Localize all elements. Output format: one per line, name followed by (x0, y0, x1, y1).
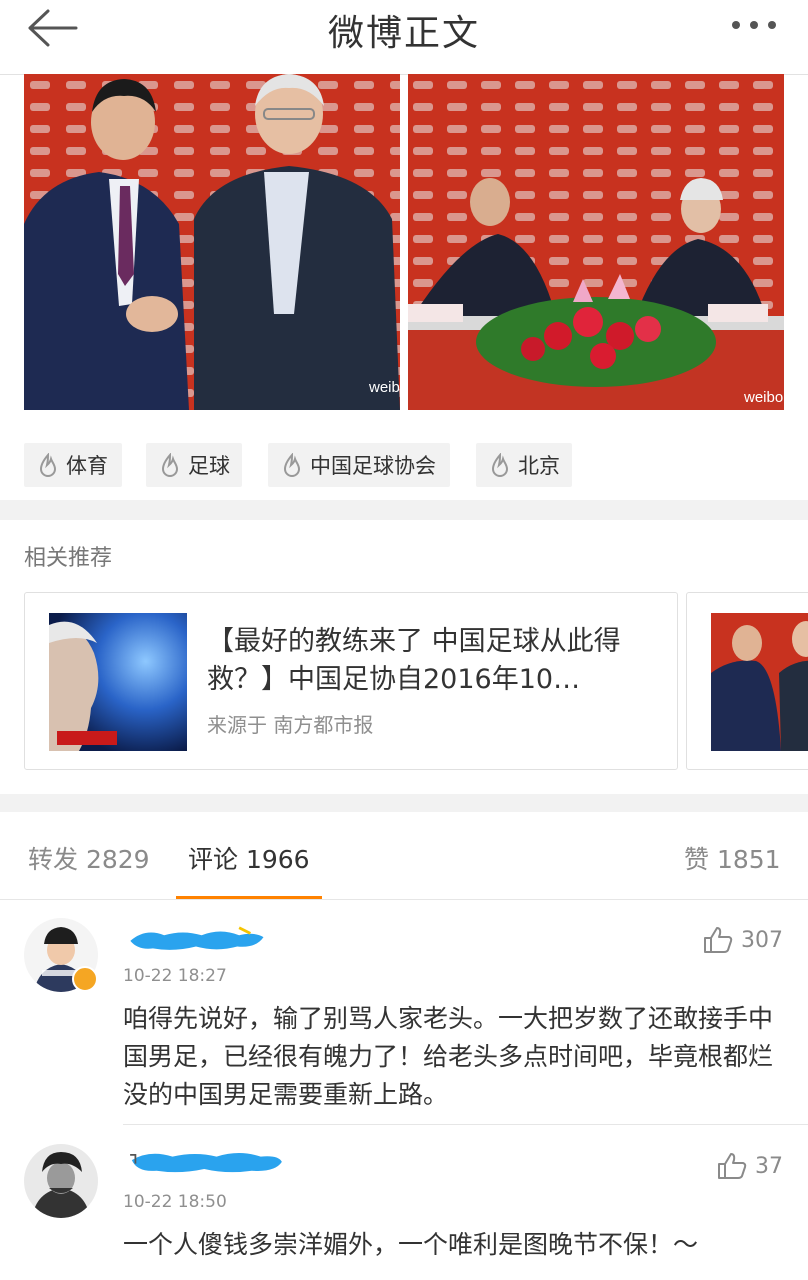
username-redacted[interactable] (118, 1146, 294, 1176)
related-title: 相关推荐 (24, 546, 113, 571)
tag-football[interactable]: 足球 (146, 443, 242, 487)
tab-comment[interactable]: 评论 1966 (188, 840, 310, 876)
section-divider (0, 794, 808, 812)
comment-like-button[interactable]: 307 (703, 926, 783, 954)
avatar[interactable] (24, 1144, 98, 1218)
tag-label: 足球 (188, 454, 230, 478)
handshake-illustration: weibo (24, 74, 400, 410)
flame-icon (39, 453, 57, 477)
post-photo-signing[interactable]: weibo (408, 74, 784, 410)
signing-illustration: weibo (408, 74, 784, 410)
tag-beijing[interactable]: 北京 (476, 443, 572, 487)
weibo-watermark-1: weibo (368, 379, 400, 396)
related-headline: 【最好的教练来了 中国足球从此得救？】中国足协自2016年10… (207, 626, 621, 695)
comment-divider (123, 1124, 808, 1125)
tag-label: 北京 (518, 454, 560, 478)
avatar-image (24, 1144, 98, 1218)
tag-label: 体育 (66, 454, 108, 478)
flame-icon (491, 453, 509, 477)
tab-repost[interactable]: 转发 2829 (28, 840, 150, 876)
weibo-watermark-2: weibo (743, 389, 783, 406)
section-divider (0, 500, 808, 520)
flame-icon (283, 453, 301, 477)
tag-label: 中国足球协会 (310, 454, 436, 478)
related-thumbnail-next (711, 613, 808, 751)
related-card[interactable]: 【最好的教练来了 中国足球从此得救？】中国足协自2016年10… 来源于 南方都… (24, 592, 678, 770)
comment-like-count: 307 (741, 927, 783, 953)
comment-text: 咱得先说好，输了别骂人家老头。一大把岁数了还敢接手中国男足，已经很有魄力了！给老… (123, 1004, 774, 1109)
comment-time: 10-22 18:27 (123, 966, 227, 986)
tab-like[interactable]: 赞 1851 (684, 840, 781, 876)
comment-like-count: 37 (755, 1153, 783, 1179)
more-options-icon[interactable] (728, 10, 780, 40)
tag-sports[interactable]: 体育 (24, 443, 122, 487)
comment-like-button[interactable]: 37 (717, 1152, 783, 1180)
related-card-next[interactable] (686, 592, 808, 770)
top-bar: 微博正文 (0, 0, 808, 75)
thumbs-up-icon (704, 927, 733, 953)
verified-badge-icon (72, 966, 98, 992)
post-photo-handshake[interactable]: weibo (24, 74, 400, 410)
tabs-divider (0, 899, 808, 900)
flame-icon (161, 453, 179, 477)
comment-time: 10-22 18:50 (123, 1192, 227, 1212)
comment-text: 一个人傻钱多崇洋媚外，一个唯利是图晚节不保！～ (123, 1230, 699, 1259)
username-redacted[interactable] (122, 924, 270, 954)
related-source: 来源于 南方都市报 (207, 713, 374, 737)
page-title: 微博正文 (327, 13, 480, 54)
tag-cfa[interactable]: 中国足球协会 (268, 443, 450, 487)
thumbs-up-icon (718, 1153, 747, 1179)
related-thumbnail (49, 613, 187, 751)
